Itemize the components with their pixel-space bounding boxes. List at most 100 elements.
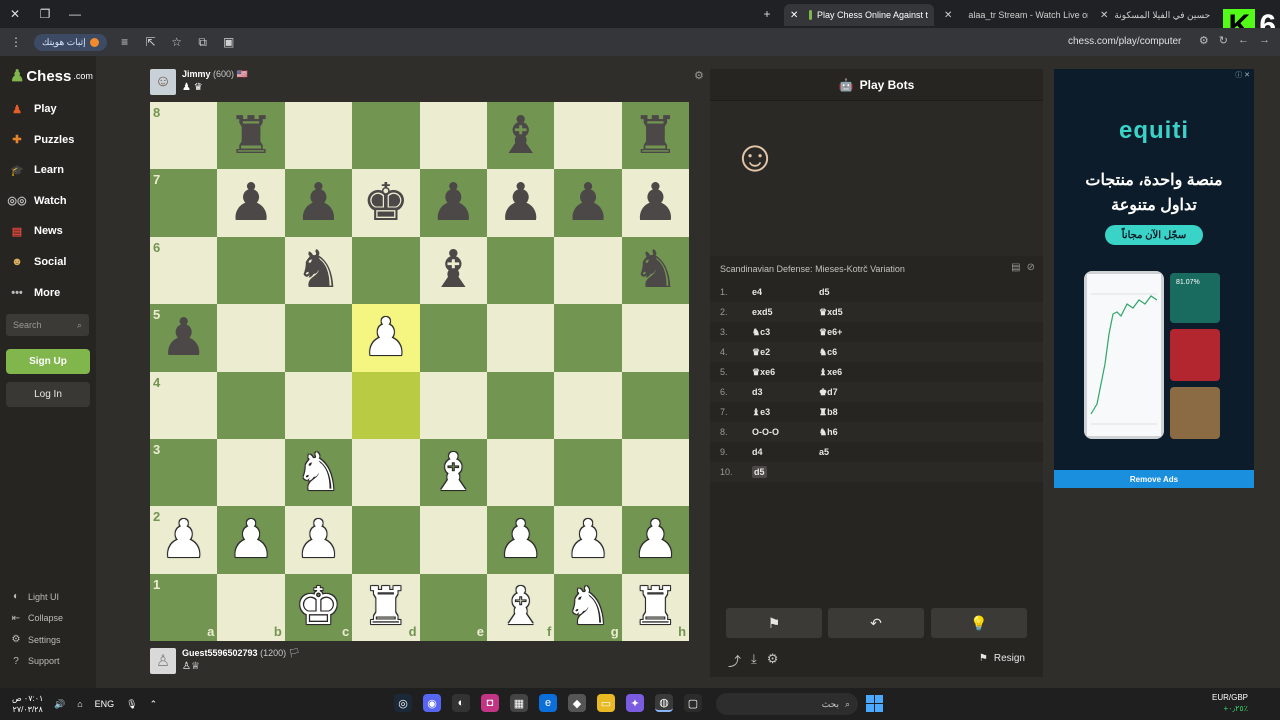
square-d3[interactable] — [352, 438, 420, 507]
black-move[interactable]: ♚d7 — [819, 387, 899, 398]
explorer-icon[interactable]: ⊘ — [1027, 262, 1035, 273]
sidebar-footer-light-ui[interactable]: ◐ Light UI — [10, 591, 59, 602]
square-f4[interactable] — [486, 371, 555, 439]
square-c5[interactable] — [284, 304, 353, 372]
square-h7[interactable]: ♟ — [621, 169, 690, 237]
tab-video[interactable]: ✕ حسين في الفيلا المسكونة — [1094, 4, 1214, 26]
guest-avatar[interactable]: ♙ — [150, 648, 176, 674]
white-pawn-icon[interactable]: ♟ — [228, 514, 275, 566]
top-player-name[interactable]: Jimmy (600) 🇺🇸 — [182, 69, 248, 80]
stock-widget[interactable]: EUR/GBP +٠٫٢٥٪ — [1212, 692, 1248, 714]
copilot-icon[interactable]: ✦ — [626, 694, 644, 712]
square-c8[interactable] — [284, 102, 353, 170]
mic-icon[interactable]: 🎙 — [126, 699, 137, 710]
restore-window-icon[interactable]: ❐ — [30, 0, 60, 28]
square-b7[interactable]: ♟ — [217, 169, 285, 237]
white-move[interactable]: ♝e3 — [752, 407, 770, 417]
share-icon[interactable]: ⤴ — [728, 651, 741, 670]
square-f2[interactable]: ♟ — [486, 506, 555, 574]
sidebar-item-social[interactable]: ☻ Social — [8, 253, 66, 271]
black-move[interactable]: a5 — [819, 447, 899, 457]
black-move[interactable]: ♞h6 — [819, 427, 899, 438]
black-move[interactable]: ♝xe6 — [819, 367, 899, 378]
square-d1[interactable]: d ♜ — [352, 573, 420, 642]
square-a8[interactable]: 8 — [150, 102, 218, 170]
steam-icon[interactable]: ◎ — [394, 694, 412, 712]
square-e4[interactable] — [419, 371, 487, 439]
white-rook-icon[interactable]: ♜ — [632, 581, 679, 633]
settings-icon[interactable]: ⚙ — [767, 651, 779, 670]
network-icon[interactable]: ⌂ — [77, 699, 82, 710]
menu-dots-icon[interactable]: ⋮ — [8, 35, 24, 49]
square-a3[interactable]: 3 — [150, 438, 218, 507]
sidebar-item-play[interactable]: ♟ Play — [8, 100, 57, 118]
bot-avatar[interactable]: ☺ — [150, 69, 176, 95]
white-move[interactable]: d3 — [752, 387, 763, 397]
white-move[interactable]: O-O-O — [752, 427, 779, 437]
hint-button[interactable]: 💡 — [931, 608, 1027, 638]
black-bishop-icon[interactable]: ♝ — [497, 110, 544, 162]
black-rook-icon[interactable]: ♜ — [228, 110, 275, 162]
back-icon[interactable]: ← — [1238, 34, 1249, 47]
black-pawn-icon[interactable]: ♟ — [497, 177, 544, 229]
square-a7[interactable]: 7 — [150, 169, 218, 237]
sidebar-footer-settings[interactable]: ⚙ Settings — [10, 634, 61, 645]
abort-flag-button[interactable]: ⚑ — [726, 608, 822, 638]
black-bishop-icon[interactable]: ♝ — [430, 244, 477, 296]
white-knight-icon[interactable]: ♞ — [565, 581, 612, 633]
square-a5[interactable]: 5 ♟ — [150, 304, 218, 372]
sidebar-footer-collapse[interactable]: ⇤ Collapse — [10, 613, 63, 624]
square-d5[interactable]: ♟ — [352, 304, 420, 372]
opening-name[interactable]: Scandinavian Defense: Mieses-Kotrč Varia… — [720, 264, 905, 274]
black-move[interactable]: ♛xd5 — [819, 307, 899, 318]
tray-chevron-icon[interactable]: ⌃ — [150, 699, 158, 710]
share-icon[interactable]: ⇱ — [143, 35, 159, 49]
minimize-window-icon[interactable]: — — [60, 0, 90, 28]
square-f7[interactable]: ♟ — [486, 169, 555, 237]
square-f6[interactable] — [486, 236, 555, 305]
square-c1[interactable]: c ♚ — [284, 573, 353, 642]
square-h1[interactable]: h ♜ — [621, 573, 690, 642]
square-a4[interactable]: 4 — [150, 371, 218, 439]
file-explorer-icon[interactable]: ▭ — [597, 694, 615, 712]
black-move[interactable]: ♜b8 — [819, 407, 899, 418]
square-f3[interactable] — [486, 438, 555, 507]
square-c4[interactable] — [284, 371, 353, 439]
screenshot-icon[interactable]: ▣ — [221, 35, 237, 49]
square-h3[interactable] — [621, 438, 690, 507]
obs-icon[interactable]: ◐ — [452, 694, 470, 712]
url-field[interactable]: chess.com/play/computer — [1068, 36, 1181, 47]
square-e7[interactable]: ♟ — [419, 169, 487, 237]
chrome-icon[interactable]: ◍ — [655, 694, 673, 712]
white-pawn-icon[interactable]: ♟ — [295, 514, 342, 566]
square-g4[interactable] — [554, 371, 622, 439]
square-b2[interactable]: ♟ — [217, 506, 285, 574]
close-icon[interactable]: ✕ — [944, 10, 952, 21]
white-move[interactable]: d5 — [752, 466, 767, 478]
reading-list-icon[interactable]: ≡ — [117, 35, 133, 49]
square-f8[interactable]: ♝ — [486, 102, 555, 170]
verify-identity-button[interactable]: إثبات هويتك — [34, 33, 107, 51]
square-g7[interactable]: ♟ — [554, 169, 622, 237]
square-a6[interactable]: 6 — [150, 236, 218, 305]
sign-up-button[interactable]: Sign Up — [6, 349, 90, 374]
black-pawn-icon[interactable]: ♟ — [565, 177, 612, 229]
black-king-icon[interactable]: ♚ — [363, 177, 410, 229]
extensions-icon[interactable]: ⧉ — [195, 35, 211, 50]
edge-icon[interactable]: e — [539, 694, 557, 712]
square-h8[interactable]: ♜ — [621, 102, 690, 170]
sidebar-item-watch[interactable]: ◎◎ Watch — [7, 192, 66, 210]
bottom-player-name[interactable]: Guest5596502793 (1200) 🏳 — [182, 648, 300, 659]
white-move[interactable]: ♛e2 — [752, 347, 770, 357]
square-d2[interactable] — [352, 506, 420, 574]
start-button[interactable] — [866, 695, 883, 712]
sidebar-footer-support[interactable]: ? Support — [10, 656, 59, 667]
square-g6[interactable] — [554, 236, 622, 305]
ad-choices-icon[interactable]: ⓘ ✕ — [1235, 70, 1250, 80]
square-g1[interactable]: g ♞ — [554, 573, 622, 642]
white-pawn-icon[interactable]: ♟ — [565, 514, 612, 566]
close-icon[interactable]: ✕ — [790, 10, 798, 21]
sidebar-item-news[interactable]: ▤ News — [8, 222, 63, 240]
search-input[interactable]: Search ⌕ — [6, 314, 89, 336]
white-move[interactable]: exd5 — [752, 307, 773, 317]
